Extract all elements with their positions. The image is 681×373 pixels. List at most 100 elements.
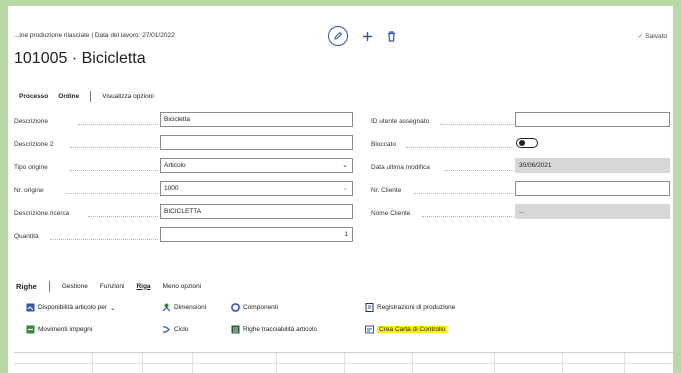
nome-cliente-field: ...	[515, 204, 670, 219]
tab-gestione[interactable]: Gestione	[56, 283, 94, 290]
crea-carta-controllo-button[interactable]: Crea Carta di Controllo	[365, 325, 448, 334]
tab-meno-opzioni[interactable]: Meno opzioni	[157, 283, 208, 290]
field-label-data-ultima-modifica: Data ultima modifica	[371, 164, 430, 171]
field-label-id-utente-assegnato: ID utente assegnato	[371, 118, 430, 125]
grid-column-line	[412, 353, 413, 373]
tipo-origine-value: Articolo	[164, 162, 186, 169]
grid-column-line	[192, 353, 193, 373]
dots	[78, 124, 158, 125]
dots	[444, 170, 514, 171]
chevron-down-icon[interactable]: ⌄	[342, 184, 348, 192]
reservation-icon	[26, 325, 35, 334]
dots	[50, 239, 158, 240]
tab-visualizza-opzioni[interactable]: Visualizza opzioni	[97, 93, 159, 100]
tab-funzioni[interactable]: Funzioni	[94, 283, 131, 290]
crea-carta-controllo-label: Crea Carta di Controllo	[377, 326, 448, 333]
lines-grid	[14, 352, 673, 373]
registrazioni-produzione-label: Registrazioni di produzione	[377, 304, 456, 311]
grid-column-line	[142, 353, 143, 373]
chevron-down-icon: ⌄	[110, 304, 116, 312]
tab-ordine[interactable]: Ordine	[53, 93, 84, 100]
header-bar: ...ine produzione rilasciate | Data del …	[14, 26, 667, 46]
edit-button[interactable]	[328, 26, 348, 46]
dimensioni-label: Dimensioni	[174, 304, 207, 311]
disponibilita-articolo-label: Disponibilità articolo per	[38, 304, 108, 311]
control-card-icon	[365, 325, 374, 334]
tab-riga[interactable]: Riga	[130, 283, 156, 290]
quantita-field[interactable]: 1	[160, 227, 353, 242]
grid-column-line	[494, 353, 495, 373]
ciclo-button[interactable]: Ciclo	[162, 325, 188, 334]
dots	[66, 193, 158, 194]
grid-column-line	[276, 353, 277, 373]
descrizione-field[interactable]: Bicicletta	[160, 112, 353, 127]
nr-origine-value: 1000	[164, 185, 179, 192]
registrazioni-produzione-button[interactable]: Registrazioni di produzione	[365, 303, 455, 312]
grid-column-line	[624, 353, 625, 373]
components-icon	[231, 303, 240, 312]
dots	[88, 216, 158, 217]
quantita-value: 1	[344, 231, 348, 238]
dots	[422, 216, 514, 217]
field-label-nome-cliente: Nome Cliente	[371, 210, 411, 217]
descrizione-ricerca-field[interactable]: BICICLETTA	[160, 204, 353, 219]
dots	[406, 147, 512, 148]
nr-cliente-field[interactable]	[515, 181, 670, 196]
dimensioni-button[interactable]: Dimensioni	[162, 303, 206, 312]
routing-icon	[163, 326, 170, 333]
descrizione-ricerca-value: BICICLETTA	[164, 208, 202, 215]
righe-tracciabilita-label: Righe tracciabilità articolo	[243, 326, 318, 333]
descrizione-2-field[interactable]	[160, 135, 353, 150]
page-title: 101005 · Bicicletta	[14, 50, 146, 67]
field-label-tipo-origine: Tipo origine	[14, 164, 48, 171]
field-label-quantita: Quantità	[14, 233, 39, 240]
breadcrumb[interactable]: ...ine produzione rilasciate | Data del …	[14, 32, 175, 39]
pencil-icon	[334, 31, 343, 40]
trash-icon	[388, 30, 395, 42]
field-label-nr-origine: Nr. origine	[14, 187, 44, 194]
nome-cliente-value: ...	[519, 208, 525, 215]
field-label-descrizione-ricerca: Descrizione ricerca	[14, 210, 70, 217]
save-status: ✓ Salvato	[638, 32, 667, 40]
dots	[414, 193, 514, 194]
field-label-bloccato: Bloccato	[371, 141, 396, 148]
descrizione-value: Bicicletta	[164, 116, 191, 123]
data-ultima-modifica-field: 30/06/2021	[515, 158, 670, 173]
plus-icon	[363, 31, 372, 41]
action-tabs: Processo Ordine Visualizza opzioni	[14, 89, 667, 103]
data-ultima-modifica-value: 30/06/2021	[519, 162, 552, 169]
tracking-icon	[231, 325, 240, 334]
nr-origine-field[interactable]: 1000 ⌄	[160, 181, 353, 196]
dots	[440, 124, 514, 125]
delete-button[interactable]	[387, 30, 396, 42]
movimenti-impegni-label: Movimenti impegni	[38, 326, 93, 333]
chevron-down-icon: ⌄	[342, 162, 348, 169]
tab-processo[interactable]: Processo	[14, 93, 53, 100]
componenti-button[interactable]: Componenti	[231, 303, 278, 312]
id-utente-assegnato-field[interactable]	[515, 112, 670, 127]
general-fasttab: Descrizione Bicicletta Descrizione 2 Tip…	[8, 106, 673, 256]
dimensions-icon	[162, 303, 171, 312]
movimenti-impegni-button[interactable]: Movimenti impegni	[26, 325, 92, 334]
field-label-descrizione-2: Descrizione 2	[14, 141, 54, 148]
field-label-descrizione: Descrizione	[14, 118, 48, 125]
ciclo-label: Ciclo	[174, 326, 189, 333]
tipo-origine-select[interactable]: Articolo ⌄	[160, 158, 353, 173]
save-status-label: Salvato	[645, 33, 667, 40]
new-button[interactable]	[362, 31, 373, 42]
page: ...ine produzione rilasciate | Data del …	[8, 6, 673, 373]
dots	[70, 147, 158, 148]
availability-icon	[26, 303, 35, 312]
grid-column-line	[92, 353, 93, 373]
lines-title: Righe	[16, 281, 37, 291]
grid-column-line	[562, 353, 563, 373]
disponibilita-articolo-button[interactable]: Disponibilità articolo per ⌄	[26, 303, 115, 312]
journal-icon	[365, 303, 374, 312]
tab-separator	[90, 90, 92, 102]
check-icon: ✓	[637, 33, 644, 40]
lines-tabs: Righe Gestione Funzioni Riga Meno opzion…	[14, 279, 207, 293]
bloccato-toggle[interactable]	[516, 138, 538, 148]
field-label-nr-cliente: Nr. Cliente	[371, 187, 402, 194]
righe-tracciabilita-button[interactable]: Righe tracciabilità articolo	[231, 325, 317, 334]
header-actions	[328, 25, 396, 47]
